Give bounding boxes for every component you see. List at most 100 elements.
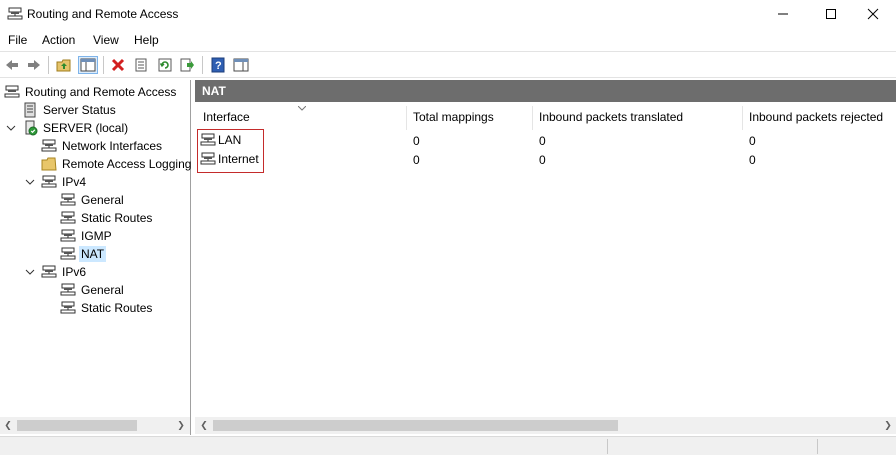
forward-button[interactable] [24, 56, 44, 74]
inbound-rejected-cell: 0 [749, 153, 756, 167]
scroll-right-icon[interactable]: ❯ [883, 420, 893, 431]
export-list-button[interactable] [177, 56, 197, 74]
menu-view[interactable]: View [93, 33, 119, 47]
routing-icon [4, 85, 20, 98]
tree-label: IPv6 [62, 265, 87, 279]
maximize-button[interactable] [808, 0, 854, 28]
minimize-button[interactable] [760, 0, 806, 28]
routing-app-icon [7, 7, 23, 20]
table-row-lan[interactable]: LAN [200, 132, 241, 148]
tree-item-ipv4-nat[interactable]: NAT [60, 245, 107, 263]
network-icon [60, 211, 76, 224]
chevron-down-icon [25, 269, 35, 275]
tree-label: IGMP [81, 229, 112, 243]
tree-item-ipv6-static-routes[interactable]: Static Routes [60, 299, 154, 317]
tree-item-routing-root[interactable]: Routing and Remote Access [4, 83, 178, 101]
scroll-left-icon[interactable]: ❮ [3, 420, 13, 431]
interface-name: Internet [218, 152, 259, 166]
network-icon [60, 301, 76, 314]
tree-label: IPv4 [62, 175, 87, 189]
details-horizontal-scrollbar[interactable]: ❮ ❯ [195, 417, 896, 434]
tree-item-server-status[interactable]: Server Status [22, 101, 118, 119]
toolbar: ? [0, 51, 896, 78]
chevron-down-icon [6, 125, 16, 131]
up-folder-icon [56, 59, 71, 72]
delete-icon [111, 58, 125, 72]
tree-horizontal-scrollbar[interactable]: ❮ ❯ [0, 417, 190, 434]
network-icon [41, 175, 57, 188]
network-icon [60, 229, 76, 242]
export-list-icon [180, 58, 194, 72]
tree-item-ipv4[interactable]: IPv4 [41, 173, 88, 191]
tree-item-ipv4-igmp[interactable]: IGMP [60, 227, 114, 245]
back-button[interactable] [2, 56, 22, 74]
scroll-left-icon[interactable]: ❮ [199, 420, 209, 431]
help-icon: ? [211, 57, 225, 73]
properties-button[interactable] [131, 56, 151, 74]
refresh-icon [158, 58, 172, 72]
svg-text:?: ? [215, 60, 222, 72]
column-header-inbound-rejected[interactable]: Inbound packets rejected [749, 110, 883, 124]
up-folder-button[interactable] [54, 56, 74, 74]
menu-file[interactable]: File [8, 33, 27, 47]
tree-item-ipv6[interactable]: IPv6 [41, 263, 88, 281]
network-interfaces-icon [41, 139, 57, 152]
inbound-translated-cell: 0 [539, 153, 546, 167]
delete-button[interactable] [108, 56, 128, 74]
tree-label: Remote Access Logging [62, 157, 192, 171]
chevron-down-icon [25, 179, 35, 185]
tree-item-network-interfaces[interactable]: Network Interfaces [41, 137, 164, 155]
ipv4-expander[interactable] [25, 177, 35, 187]
column-header-total-mappings[interactable]: Total mappings [413, 110, 494, 124]
menu-help[interactable]: Help [134, 33, 159, 47]
maximize-icon [826, 9, 836, 19]
tree-label: General [81, 283, 124, 297]
refresh-button[interactable] [155, 56, 175, 74]
tree-label: Network Interfaces [62, 139, 163, 153]
show-hide-action-pane-button[interactable] [231, 56, 251, 74]
column-header-inbound-translated[interactable]: Inbound packets translated [539, 110, 683, 124]
panel-title: NAT [195, 80, 896, 102]
ipv6-expander[interactable] [25, 267, 35, 277]
tree-label: Static Routes [81, 211, 153, 225]
inbound-rejected-cell: 0 [749, 134, 756, 148]
interface-name: LAN [218, 133, 242, 147]
network-icon [60, 247, 76, 260]
total-mappings-cell: 0 [413, 153, 420, 167]
menu-action[interactable]: Action [42, 33, 75, 47]
tree-item-ipv6-general[interactable]: General [60, 281, 126, 299]
window-title: Routing and Remote Access [27, 7, 179, 21]
server-expander[interactable] [6, 123, 16, 133]
tree-label: General [81, 193, 124, 207]
network-interface-icon [200, 152, 216, 165]
column-header-interface[interactable]: Interface [203, 110, 250, 124]
close-icon [867, 8, 879, 20]
table-row-internet[interactable]: Internet [200, 151, 259, 167]
title-bar: Routing and Remote Access [0, 0, 896, 28]
scrollbar-thumb[interactable] [213, 420, 618, 431]
network-icon [60, 283, 76, 296]
status-bar [0, 436, 896, 455]
tree-item-ipv4-general[interactable]: General [60, 191, 126, 209]
scroll-right-icon[interactable]: ❯ [176, 420, 186, 431]
show-hide-tree-button[interactable] [78, 56, 98, 74]
tree-label: Server Status [43, 103, 116, 117]
server-status-icon [24, 102, 36, 118]
tree-label: NAT [79, 246, 107, 262]
folder-icon [41, 157, 57, 171]
tree-item-server[interactable]: SERVER (local) [22, 119, 130, 137]
properties-icon [135, 58, 147, 72]
help-button[interactable]: ? [208, 56, 228, 74]
details-pane: NAT Interface Total mappings Inbound pac… [195, 80, 896, 435]
back-icon [6, 60, 18, 70]
forward-icon [28, 60, 40, 70]
tree-item-remote-access-logging[interactable]: Remote Access Logging [41, 155, 193, 173]
close-button[interactable] [850, 0, 896, 28]
tree-item-ipv4-static-routes[interactable]: Static Routes [60, 209, 154, 227]
server-icon [25, 120, 38, 136]
network-icon [60, 193, 76, 206]
inbound-translated-cell: 0 [539, 134, 546, 148]
network-icon [41, 265, 57, 278]
network-interface-icon [200, 133, 216, 146]
scrollbar-thumb[interactable] [17, 420, 137, 431]
